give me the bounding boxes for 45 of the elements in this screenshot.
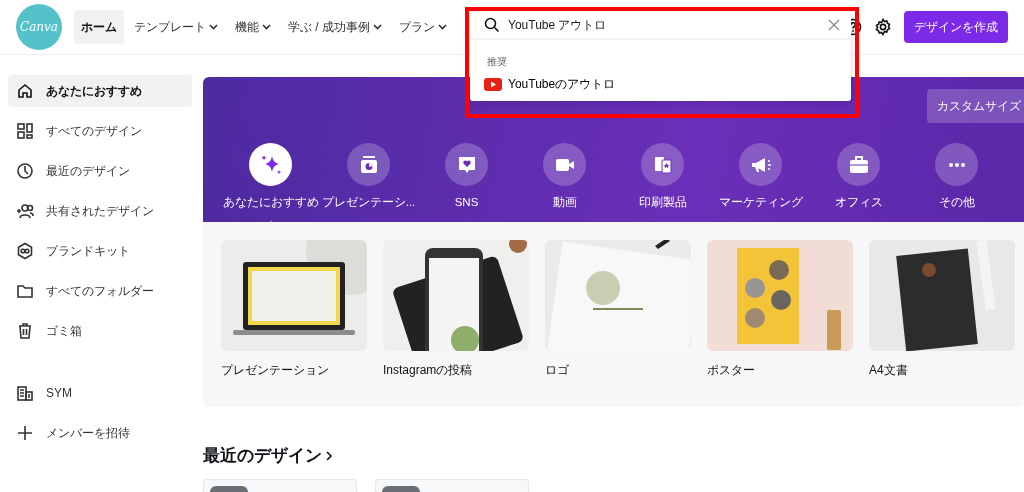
chevron-right-icon[interactable] [325, 449, 333, 462]
more-icon [948, 162, 965, 167]
settings-icon[interactable] [874, 18, 892, 36]
search-suggestion[interactable]: YouTubeのアウトロ [470, 69, 851, 101]
folder-icon [16, 282, 34, 300]
template-label[interactable]: A4文書 [869, 361, 1015, 379]
nav-tab[interactable]: 学ぶ / 成功事例 [281, 10, 389, 44]
sidebar-item[interactable]: あなたにおすすめ [8, 75, 192, 107]
section-label: 推奨 [486, 55, 508, 69]
sidebar-item[interactable]: SYM [8, 377, 192, 409]
sidebar-item[interactable]: すべてのデザイン [8, 115, 192, 147]
people-icon [16, 202, 34, 220]
template-label[interactable]: Instagramの投稿 [383, 361, 529, 379]
team-icon [16, 384, 34, 402]
grid-icon [16, 122, 34, 140]
sidebar-item[interactable]: 共有されたデザイン [8, 195, 192, 227]
close-icon[interactable] [827, 18, 841, 32]
sidebar-item[interactable]: ブランドキット [8, 235, 192, 267]
template-label[interactable]: ポスター [707, 361, 853, 379]
custom-size-button[interactable]: カスタムサイズ [927, 89, 1024, 123]
category-button[interactable]: プレゼンテーシ... [321, 143, 416, 212]
template-label[interactable]: ロゴ [545, 361, 691, 379]
nav-tab[interactable]: テンプレート [127, 10, 225, 44]
nav-tab[interactable]: 機能 [228, 10, 278, 44]
clock-icon [16, 162, 34, 180]
create-design-button[interactable]: デザインを作成 [904, 11, 1008, 43]
category-button[interactable]: マーケティング [718, 143, 803, 212]
template-label[interactable]: プレゼンテーション [221, 361, 367, 379]
home-icon [16, 82, 34, 100]
sidebar-item[interactable]: すべてのフォルダー [8, 275, 192, 307]
sidebar-item[interactable]: ゴミ箱 [8, 315, 192, 347]
video-play-icon [484, 77, 502, 91]
category-button[interactable]: あなたにおすすめ [222, 143, 319, 212]
plus-icon [16, 424, 34, 442]
design-card[interactable] [203, 478, 357, 492]
nav-tab[interactable]: ホーム [74, 10, 124, 44]
search-input[interactable]: YouTube アウトロ [508, 16, 819, 34]
nav-tab[interactable]: プラン [392, 10, 454, 44]
sidebar-item[interactable]: メンバーを招待 [8, 417, 192, 449]
brand-kit-icon [16, 242, 34, 260]
section-title[interactable]: 最近のデザイン [203, 443, 322, 469]
search-icon [484, 17, 500, 33]
design-card[interactable] [375, 478, 529, 492]
trash-icon [16, 322, 34, 340]
sidebar-item[interactable]: 最近のデザイン [8, 155, 192, 187]
